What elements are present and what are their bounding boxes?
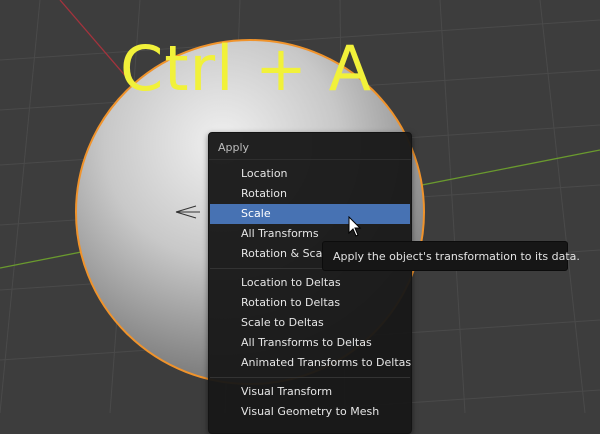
menu-item-animated-transforms-to-deltas[interactable]: Animated Transforms to Deltas (210, 353, 411, 373)
menu-item-rotation[interactable]: Rotation (210, 184, 410, 204)
menu-title: Apply (209, 133, 411, 160)
menu-item-scale-to-deltas[interactable]: Scale to Deltas (210, 313, 410, 333)
menu-separator (210, 377, 410, 378)
menu-item-location-to-deltas[interactable]: Location to Deltas (210, 273, 410, 293)
shortcut-overlay: Ctrl + A (120, 32, 373, 105)
mouse-cursor-icon (348, 216, 362, 237)
menu-item-visual-transform[interactable]: Visual Transform (210, 382, 410, 402)
menu-item-all-transforms-to-deltas[interactable]: All Transforms to Deltas (210, 333, 410, 353)
menu-item-visual-geometry-to-mesh[interactable]: Visual Geometry to Mesh (210, 402, 410, 422)
menu-item-location[interactable]: Location (210, 164, 410, 184)
menu-item-scale[interactable]: Scale (210, 204, 410, 224)
apply-menu: Apply Location Rotation Scale All Transf… (208, 132, 412, 434)
menu-item-rotation-to-deltas[interactable]: Rotation to Deltas (210, 293, 410, 313)
tooltip: Apply the object's transformation to its… (322, 241, 580, 271)
